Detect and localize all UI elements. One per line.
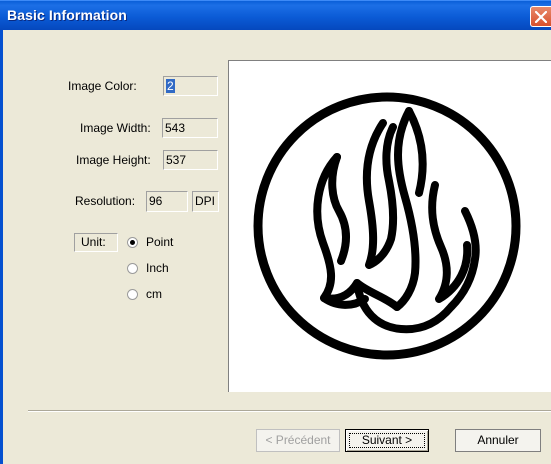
cancel-button-label: Annuler [477,433,519,447]
previous-button-label: < Précédent [265,433,331,447]
resolution-field[interactable]: 96 [146,191,188,212]
image-width-field[interactable]: 543 [162,118,218,138]
next-button-label: Suivant > [361,433,413,447]
image-width-label: Image Width: [80,121,151,135]
unit-radio-inch[interactable] [127,263,138,274]
previous-button[interactable]: < Précédent [256,429,340,452]
resolution-label: Resolution: [75,194,136,208]
resolution-value: 96 [149,194,163,208]
image-height-value: 537 [166,153,187,167]
close-icon [535,11,547,23]
unit-label: Unit: [81,235,106,249]
resolution-unit: DPI [195,194,216,208]
unit-label-box: Unit: [74,233,118,252]
next-button[interactable]: Suivant > [345,429,429,452]
image-height-label: Image Height: [76,153,151,167]
resolution-unit-box: DPI [192,191,219,212]
image-height-field[interactable]: 537 [163,150,218,170]
unit-radio-point[interactable] [127,237,138,248]
image-preview [228,60,551,392]
unit-option-cm[interactable]: cm [146,287,162,301]
unit-radio-cm[interactable] [127,289,138,300]
unit-option-point[interactable]: Point [146,235,173,249]
separator-highlight [28,411,551,412]
image-color-value: 2 [166,79,175,93]
title-bar[interactable]: Basic Information [0,0,551,30]
unit-option-inch[interactable]: Inch [146,261,169,275]
window-title: Basic Information [7,7,127,23]
image-color-field[interactable]: 2 [163,76,218,96]
image-color-label: Image Color: [68,79,137,93]
flame-circle-logo-icon [253,92,521,360]
image-width-value: 543 [165,121,186,135]
cancel-button[interactable]: Annuler [455,429,541,452]
close-button[interactable] [530,6,551,27]
